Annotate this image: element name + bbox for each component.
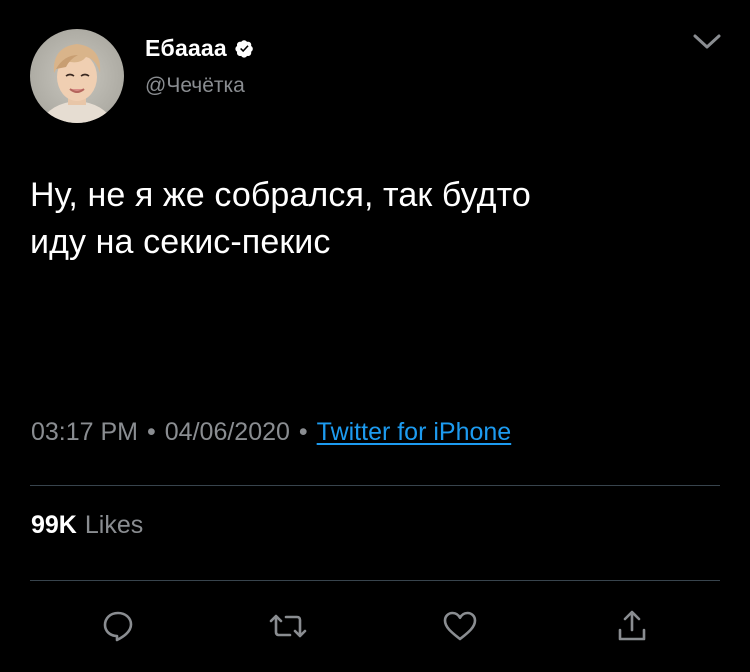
source-link[interactable]: Twitter for iPhone	[317, 418, 512, 447]
reply-icon	[103, 611, 133, 642]
retweet-button[interactable]	[268, 606, 308, 646]
divider	[30, 580, 720, 581]
tweet-date[interactable]: 04/06/2020	[165, 418, 290, 447]
tweet-text: Ну, не я же собрался, так будто иду на с…	[30, 176, 531, 261]
heart-icon	[443, 611, 477, 641]
reply-button[interactable]	[98, 606, 138, 646]
retweet-icon	[269, 614, 307, 638]
chevron-down-icon[interactable]	[690, 30, 724, 54]
likes-count: 99K	[31, 511, 77, 539]
likes-label: Likes	[84, 511, 144, 539]
display-name[interactable]: Ебаааа	[145, 35, 227, 62]
tweet-meta: 03:17 PM • 04/06/2020 • Twitter for iPho…	[31, 418, 511, 447]
share-icon	[618, 610, 646, 641]
author-handle[interactable]: @Чечётка	[145, 74, 245, 98]
avatar[interactable]	[30, 29, 124, 123]
tweet-time[interactable]: 03:17 PM	[31, 418, 138, 447]
share-button[interactable]	[612, 606, 652, 646]
meta-separator: •	[298, 418, 308, 446]
meta-separator: •	[147, 418, 156, 446]
divider	[30, 485, 720, 486]
like-button[interactable]	[440, 606, 480, 646]
verified-badge-icon	[235, 39, 254, 58]
author-name-row[interactable]: Ебаааа	[145, 33, 254, 63]
likes-stat[interactable]: 99K Likes	[31, 511, 143, 540]
avatar-image	[30, 29, 124, 123]
tweet-card: Ебаааа @Чечётка Ну, не я же собрался, та…	[0, 0, 750, 672]
